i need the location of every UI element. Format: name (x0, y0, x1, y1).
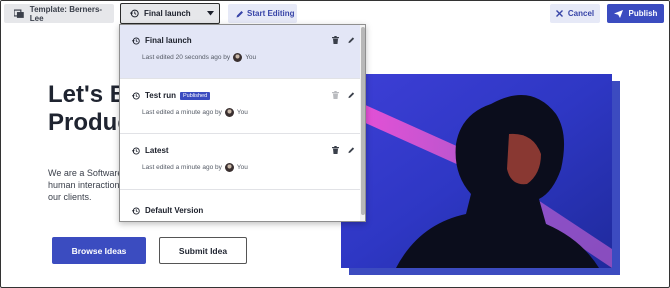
version-name: Final launch (145, 36, 192, 45)
close-icon (555, 10, 563, 17)
version-meta-text: Last edited a minute ago by (142, 164, 222, 171)
version-meta: Last edited a minute ago by You (142, 108, 248, 117)
version-select[interactable]: Final launch (120, 3, 220, 24)
version-title: Test run Published (132, 91, 211, 100)
avatar (224, 108, 234, 117)
version-meta: Last edited 20 seconds ago by You (142, 53, 256, 62)
version-meta: Last edited a minute ago by You (142, 163, 248, 172)
hero-image (341, 74, 612, 268)
version-actions (323, 36, 355, 44)
browse-ideas-button[interactable]: Browse Ideas (52, 237, 146, 264)
history-icon (132, 37, 140, 44)
template-icon (14, 9, 24, 18)
hero-description: We are a Software human interaction our … (48, 167, 122, 203)
version-name: Default Version (145, 206, 204, 215)
version-meta-text: Last edited 20 seconds ago by (142, 54, 231, 61)
template-label: Template: Berners-Lee (29, 4, 103, 23)
version-title: Latest (132, 146, 169, 155)
version-name: Latest (145, 146, 169, 155)
pencil-icon (236, 10, 243, 17)
version-dropdown: Final launch Last edited 20 seconds ago … (119, 24, 366, 222)
version-user: You (236, 164, 248, 171)
template-button[interactable]: Template: Berners-Lee (4, 4, 114, 23)
history-icon (132, 207, 140, 214)
version-item-default[interactable]: Default Version (120, 191, 360, 221)
hero-text-line3: our clients. (48, 192, 92, 202)
version-item-test-run[interactable]: Test run Published Last edited a minute … (120, 80, 360, 134)
publish-button[interactable]: Publish (607, 4, 664, 23)
cancel-button[interactable]: Cancel (550, 4, 600, 23)
send-icon (613, 9, 623, 18)
version-user: You (236, 109, 248, 116)
hero-text-line2: human interaction (48, 180, 120, 190)
trash-icon[interactable] (332, 146, 339, 154)
version-user: You (245, 54, 257, 61)
history-icon (132, 147, 140, 154)
version-name: Test run (145, 91, 176, 100)
history-icon (132, 92, 140, 99)
publish-label: Publish (628, 9, 658, 18)
start-editing-button[interactable]: Start Editing (228, 4, 297, 23)
pencil-icon[interactable] (348, 91, 355, 99)
trash-icon (332, 91, 339, 99)
trash-icon[interactable] (332, 36, 339, 44)
version-actions (323, 146, 355, 154)
start-editing-label: Start Editing (247, 9, 295, 18)
hero-text-line1: We are a Software (48, 168, 123, 178)
published-badge: Published (179, 91, 211, 100)
version-actions (323, 91, 355, 99)
cancel-label: Cancel (567, 9, 595, 18)
version-title: Final launch (132, 36, 192, 45)
dropdown-scrollbar-thumb[interactable] (361, 27, 365, 215)
version-title: Default Version (132, 206, 203, 215)
history-icon (130, 9, 139, 18)
avatar (224, 163, 234, 172)
version-select-value: Final launch (144, 9, 191, 18)
version-meta-text: Last edited a minute ago by (142, 109, 222, 116)
version-item-latest[interactable]: Latest Last edited a minute ago by You (120, 135, 360, 190)
version-item-final-launch[interactable]: Final launch Last edited 20 seconds ago … (120, 25, 360, 79)
editor-window: Let's B Produc We are a Software human i… (0, 0, 670, 288)
chevron-down-icon (207, 11, 214, 16)
avatar (233, 53, 243, 62)
pencil-icon[interactable] (348, 146, 355, 154)
submit-idea-button[interactable]: Submit Idea (159, 237, 247, 264)
pencil-icon[interactable] (348, 36, 355, 44)
